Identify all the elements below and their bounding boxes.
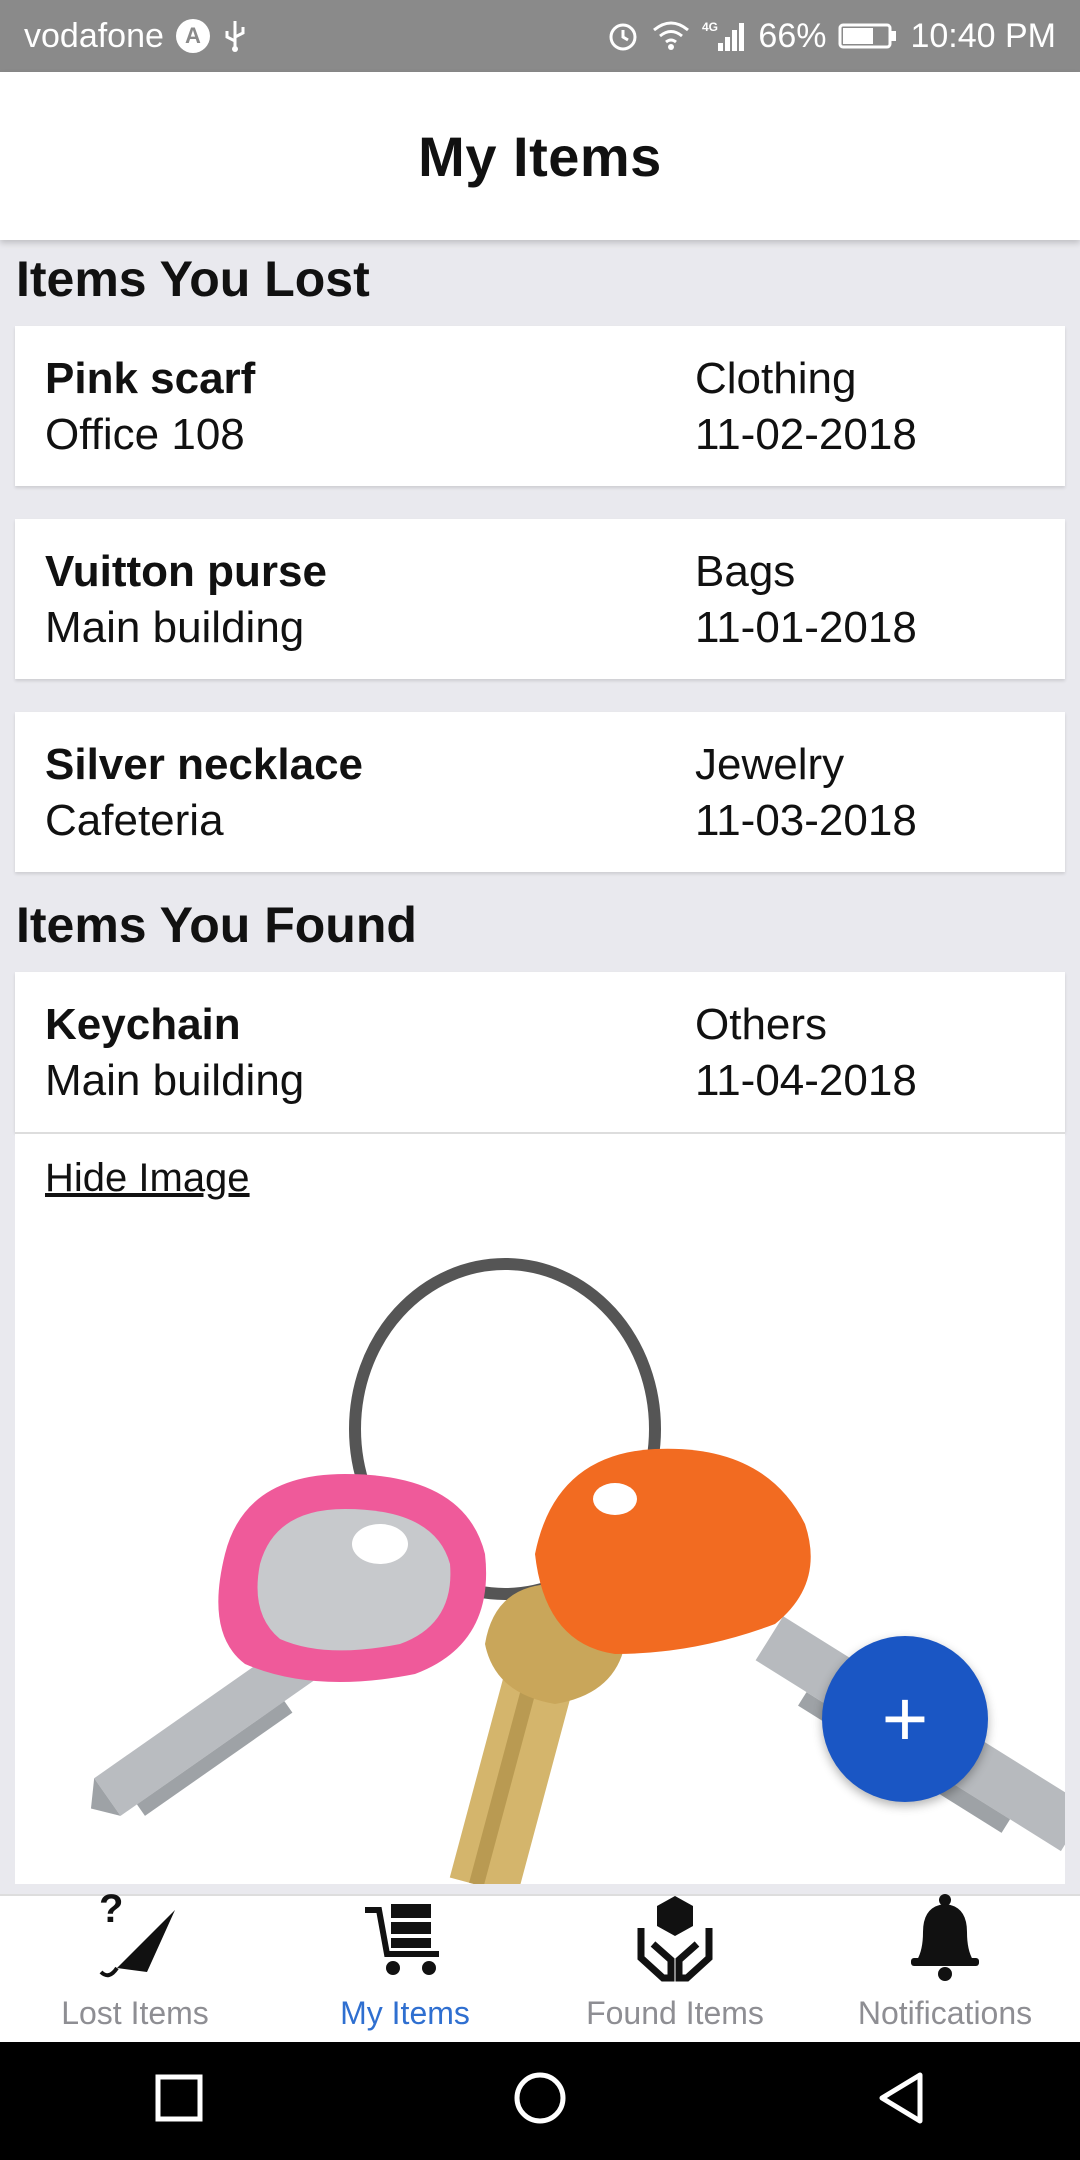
tab-label: Notifications xyxy=(857,1995,1033,2031)
found-section-title: Items You Found xyxy=(16,897,417,953)
alarm-icon xyxy=(606,19,640,53)
tab-lost-items[interactable]: ? Lost Items xyxy=(0,1887,270,2042)
carrier-badge-icon: A xyxy=(175,19,210,53)
item-location: Cafeteria xyxy=(45,796,224,845)
hide-image-link[interactable]: Hide Image xyxy=(45,1156,250,1201)
found-item-card[interactable]: Keychain Main building Others 11-04-2018 xyxy=(15,972,1065,1132)
item-category: Jewelry xyxy=(695,740,845,789)
signal-icon: 4G xyxy=(702,19,746,53)
wifi-icon xyxy=(652,20,690,52)
battery-percent: 66% xyxy=(758,16,827,55)
item-location: Main building xyxy=(45,1056,305,1105)
tab-found-items[interactable]: Found Items xyxy=(540,1896,810,2042)
cart-icon xyxy=(357,1888,453,1989)
status-bar: vodafone A 4G 66% 10:40 PM xyxy=(0,0,1080,72)
lost-item-card[interactable]: Silver necklace Cafeteria Jewelry 11-03-… xyxy=(15,712,1065,872)
back-icon[interactable] xyxy=(876,2071,926,2130)
item-name: Silver necklace xyxy=(45,740,364,789)
carrier-name: vodafone xyxy=(24,16,164,55)
item-name: Pink scarf xyxy=(45,354,256,403)
item-date: 11-02-2018 xyxy=(695,410,917,459)
svg-text:?: ? xyxy=(99,1888,123,1931)
battery-icon xyxy=(838,21,898,51)
item-name: Keychain xyxy=(45,1000,241,1049)
item-date: 11-03-2018 xyxy=(695,796,917,845)
tab-my-items[interactable]: My Items xyxy=(270,1896,540,2042)
item-category: Bags xyxy=(695,547,796,596)
lost-section-title: Items You Lost xyxy=(16,251,370,307)
bottom-tab-bar: ? Lost Items My Items Found Items Notifi… xyxy=(0,1887,1080,2042)
lost-item-card[interactable]: Pink scarf Office 108 Clothing 11-02-201… xyxy=(15,326,1065,486)
system-nav-bar xyxy=(0,2040,1080,2160)
tab-label: My Items xyxy=(340,1995,470,2031)
clock: 10:40 PM xyxy=(910,16,1056,55)
item-name: Vuitton purse xyxy=(45,547,327,596)
tab-notifications[interactable]: Notifications xyxy=(810,1894,1080,2042)
add-item-button[interactable]: + xyxy=(822,1636,988,1802)
hands-box-icon xyxy=(627,1888,723,1989)
network-type: 4G xyxy=(702,20,718,34)
plus-icon: + xyxy=(881,1674,929,1763)
app-header: My Items xyxy=(0,72,1080,240)
item-location: Office 108 xyxy=(45,410,245,459)
bell-icon xyxy=(897,1888,993,1989)
lost-umbrella-icon: ? xyxy=(87,1887,183,1989)
item-date: 11-01-2018 xyxy=(695,603,917,652)
tab-label: Lost Items xyxy=(61,1995,209,2031)
tab-label: Found Items xyxy=(586,1995,764,2031)
item-category: Clothing xyxy=(695,354,857,403)
item-date: 11-04-2018 xyxy=(695,1056,917,1105)
usb-icon xyxy=(222,19,248,53)
home-icon[interactable] xyxy=(512,2070,568,2131)
item-location: Main building xyxy=(45,603,305,652)
page-title: My Items xyxy=(418,124,662,188)
recents-icon[interactable] xyxy=(154,2073,204,2128)
item-category: Others xyxy=(695,1000,828,1049)
lost-item-card[interactable]: Vuitton purse Main building Bags 11-01-2… xyxy=(15,519,1065,679)
